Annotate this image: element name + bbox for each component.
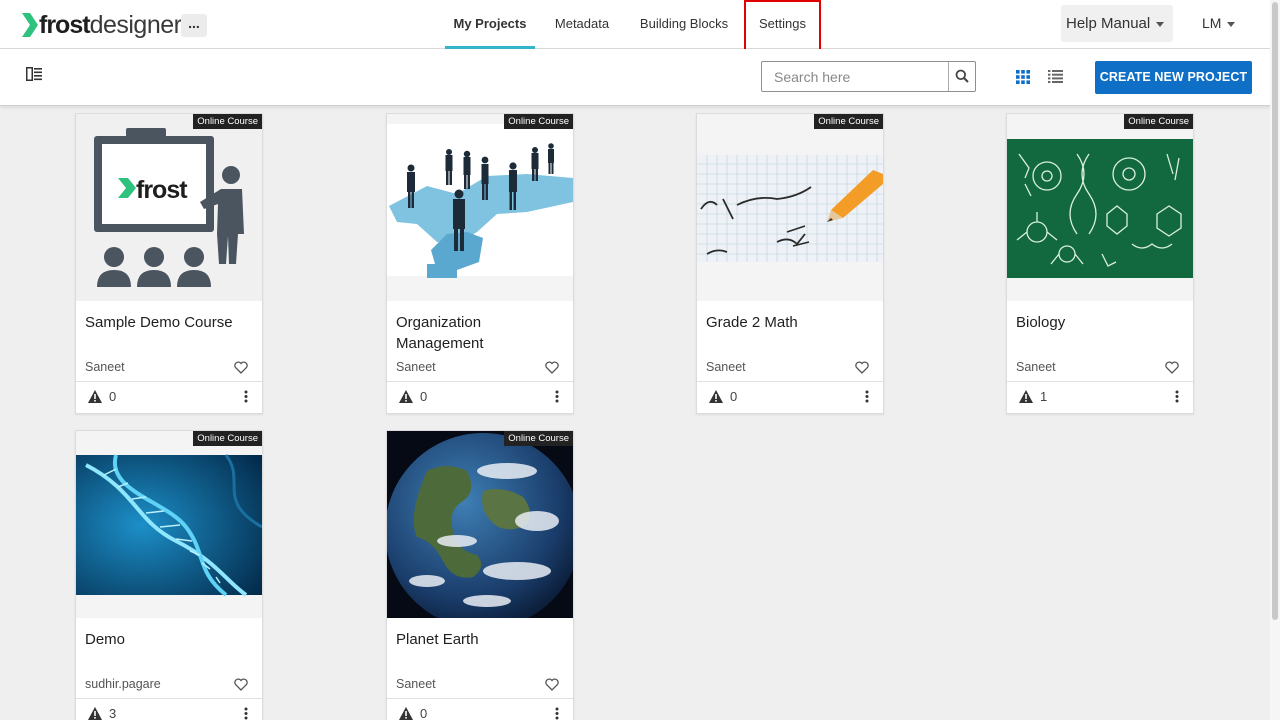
chevron-down-icon bbox=[1156, 21, 1165, 27]
search-input[interactable] bbox=[762, 62, 948, 91]
more-options-icon[interactable] bbox=[244, 707, 248, 720]
card-divider bbox=[387, 698, 573, 699]
project-title[interactable]: Biology bbox=[1016, 312, 1186, 333]
user-menu-dropdown[interactable]: LM bbox=[1202, 5, 1236, 42]
project-card[interactable]: Online Course Organization Management Sa… bbox=[386, 113, 574, 414]
course-type-badge: Online Course bbox=[814, 114, 883, 129]
project-card[interactable]: Online Course Biology Saneet 1 bbox=[1006, 113, 1194, 414]
list-view-icon[interactable] bbox=[1048, 70, 1063, 83]
frost-designer-logo[interactable]: frost designer bbox=[22, 10, 182, 39]
more-options-icon[interactable] bbox=[244, 390, 248, 403]
page-scrollbar[interactable] bbox=[1270, 0, 1280, 720]
card-divider bbox=[76, 698, 262, 699]
project-thumbnail[interactable]: Online Course bbox=[387, 114, 573, 301]
card-divider bbox=[76, 381, 262, 382]
help-manual-dropdown[interactable]: Help Manual bbox=[1061, 5, 1173, 42]
tab-my-projects-label: My Projects bbox=[453, 16, 527, 31]
card-divider bbox=[697, 381, 883, 382]
warning-count: 3 bbox=[109, 706, 117, 720]
warning-count: 0 bbox=[109, 389, 117, 404]
project-card[interactable]: Online Course Planet Earth Saneet 0 bbox=[386, 430, 574, 720]
project-author: Saneet bbox=[706, 360, 746, 374]
more-menu-button[interactable]: ... bbox=[181, 14, 207, 37]
warning-count: 0 bbox=[420, 706, 428, 720]
project-title[interactable]: Demo bbox=[85, 629, 255, 650]
business-puzzle-icon bbox=[387, 114, 573, 301]
project-author: Saneet bbox=[396, 360, 436, 374]
heart-icon[interactable] bbox=[545, 678, 559, 691]
tab-building-blocks-label: Building Blocks bbox=[639, 16, 729, 31]
project-author: Saneet bbox=[85, 360, 125, 374]
project-title[interactable]: Grade 2 Math bbox=[706, 312, 876, 333]
more-options-icon[interactable] bbox=[865, 390, 869, 403]
heart-icon[interactable] bbox=[234, 678, 248, 691]
more-options-icon[interactable] bbox=[555, 390, 559, 403]
brand-name-bold: frost bbox=[39, 10, 91, 39]
user-initials: LM bbox=[1202, 15, 1222, 31]
classroom-illustration-icon: frost bbox=[76, 114, 262, 301]
more-options-icon[interactable] bbox=[1175, 390, 1179, 403]
tab-metadata-label: Metadata bbox=[554, 16, 610, 31]
earth-globe-icon bbox=[387, 431, 573, 618]
projects-toolbar: CREATE NEW PROJECT bbox=[0, 49, 1270, 106]
heart-icon[interactable] bbox=[234, 361, 248, 374]
project-title[interactable]: Sample Demo Course bbox=[85, 312, 255, 333]
heart-icon[interactable] bbox=[1165, 361, 1179, 374]
project-title[interactable]: Planet Earth bbox=[396, 629, 566, 650]
warning-icon bbox=[399, 707, 413, 720]
svg-text:frost: frost bbox=[136, 176, 188, 204]
project-author: Saneet bbox=[1016, 360, 1056, 374]
tab-building-blocks[interactable]: Building Blocks bbox=[630, 0, 738, 49]
warning-icon bbox=[399, 390, 413, 403]
project-author: Saneet bbox=[396, 677, 436, 691]
create-new-project-button[interactable]: CREATE NEW PROJECT bbox=[1095, 61, 1252, 94]
project-card[interactable]: frost Online Course Sample Demo Course S… bbox=[75, 113, 263, 414]
warning-count: 1 bbox=[1040, 389, 1048, 404]
settings-highlight-box bbox=[744, 0, 821, 51]
warning-count: 0 bbox=[420, 389, 428, 404]
scrollbar-thumb[interactable] bbox=[1272, 2, 1278, 620]
project-title[interactable]: Organization Management bbox=[396, 312, 566, 354]
project-thumbnail[interactable]: Online Course bbox=[76, 431, 262, 618]
math-pencil-icon bbox=[697, 114, 883, 301]
tab-my-projects[interactable]: My Projects bbox=[445, 0, 535, 49]
top-navbar: frost designer ... My Projects Metadata … bbox=[0, 0, 1270, 51]
course-type-badge: Online Course bbox=[193, 431, 262, 446]
course-type-badge: Online Course bbox=[1124, 114, 1193, 129]
project-thumbnail[interactable]: Online Course bbox=[387, 431, 573, 618]
warning-icon bbox=[709, 390, 723, 403]
search-box bbox=[761, 61, 976, 92]
heart-icon[interactable] bbox=[855, 361, 869, 374]
sidebar-toggle-icon[interactable] bbox=[26, 67, 42, 81]
project-thumbnail[interactable]: Online Course bbox=[1007, 114, 1193, 301]
search-icon bbox=[955, 69, 969, 83]
grid-view-icon[interactable] bbox=[1016, 70, 1030, 84]
frost-chevron-icon bbox=[22, 13, 38, 37]
card-divider bbox=[1007, 381, 1193, 382]
more-options-icon[interactable] bbox=[555, 707, 559, 720]
chevron-down-icon bbox=[1227, 21, 1236, 27]
warning-icon bbox=[88, 390, 102, 403]
warning-count: 0 bbox=[730, 389, 738, 404]
search-button[interactable] bbox=[948, 62, 975, 91]
project-card[interactable]: Online Course Grade 2 Math Saneet 0 bbox=[696, 113, 884, 414]
tab-metadata[interactable]: Metadata bbox=[545, 0, 619, 49]
brand-name-light: designer bbox=[89, 10, 182, 39]
dna-helix-icon bbox=[76, 431, 262, 618]
project-thumbnail[interactable]: frost Online Course bbox=[76, 114, 262, 301]
help-manual-label: Help Manual bbox=[1066, 15, 1151, 32]
project-card[interactable]: Online Course Demo sudhir.pagare 3 bbox=[75, 430, 263, 720]
course-type-badge: Online Course bbox=[504, 114, 573, 129]
project-thumbnail[interactable]: Online Course bbox=[697, 114, 883, 301]
heart-icon[interactable] bbox=[545, 361, 559, 374]
project-author: sudhir.pagare bbox=[85, 677, 161, 691]
biology-chalkboard-icon bbox=[1007, 114, 1193, 301]
warning-icon bbox=[1019, 390, 1033, 403]
card-divider bbox=[387, 381, 573, 382]
warning-icon bbox=[88, 707, 102, 720]
course-type-badge: Online Course bbox=[504, 431, 573, 446]
course-type-badge: Online Course bbox=[193, 114, 262, 129]
